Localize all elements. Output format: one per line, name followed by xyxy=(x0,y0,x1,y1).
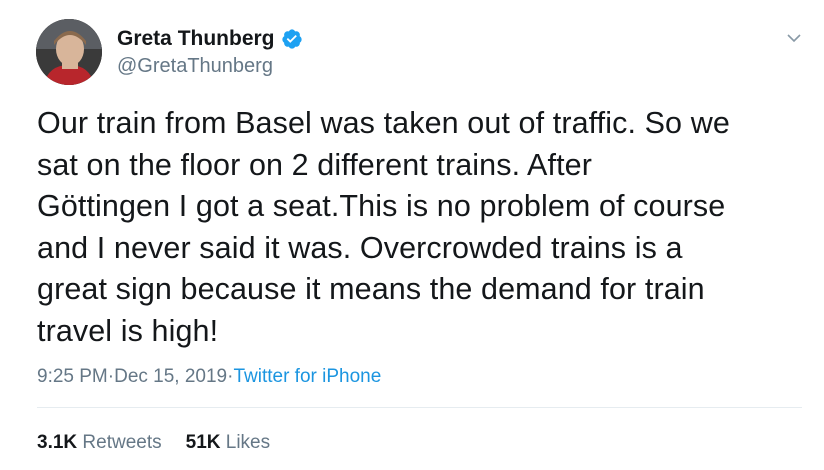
tweet-stats: 3.1K Retweets 51K Likes xyxy=(37,431,270,455)
tweet-time[interactable]: 9:25 PM xyxy=(37,365,108,389)
tweet-text: Our train from Basel was taken out of tr… xyxy=(37,106,730,348)
tweet-options-button[interactable] xyxy=(784,28,804,48)
tweet-date[interactable]: Dec 15, 2019 xyxy=(114,365,227,389)
tweet-meta: 9:25 PM · Dec 15, 2019 · Twitter for iPh… xyxy=(37,365,381,389)
name-row: Greta Thunberg xyxy=(117,27,303,51)
retweets-stat[interactable]: 3.1K Retweets xyxy=(37,431,162,455)
verified-badge-icon xyxy=(281,28,303,50)
likes-count: 51K xyxy=(185,432,221,453)
retweets-label: Retweets xyxy=(82,432,162,453)
avatar[interactable] xyxy=(36,19,102,85)
tweet-card: Greta Thunberg @GretaThunberg Our train … xyxy=(0,0,824,470)
display-name[interactable]: Greta Thunberg xyxy=(117,27,275,51)
likes-label: Likes xyxy=(225,432,271,453)
divider xyxy=(37,407,802,408)
retweets-count: 3.1K xyxy=(37,432,78,453)
likes-stat[interactable]: 51K Likes xyxy=(186,431,271,455)
avatar-image xyxy=(36,19,102,85)
user-handle[interactable]: @GretaThunberg xyxy=(117,54,273,78)
chevron-down-icon xyxy=(787,34,801,43)
tweet-source-link[interactable]: Twitter for iPhone xyxy=(233,365,381,389)
